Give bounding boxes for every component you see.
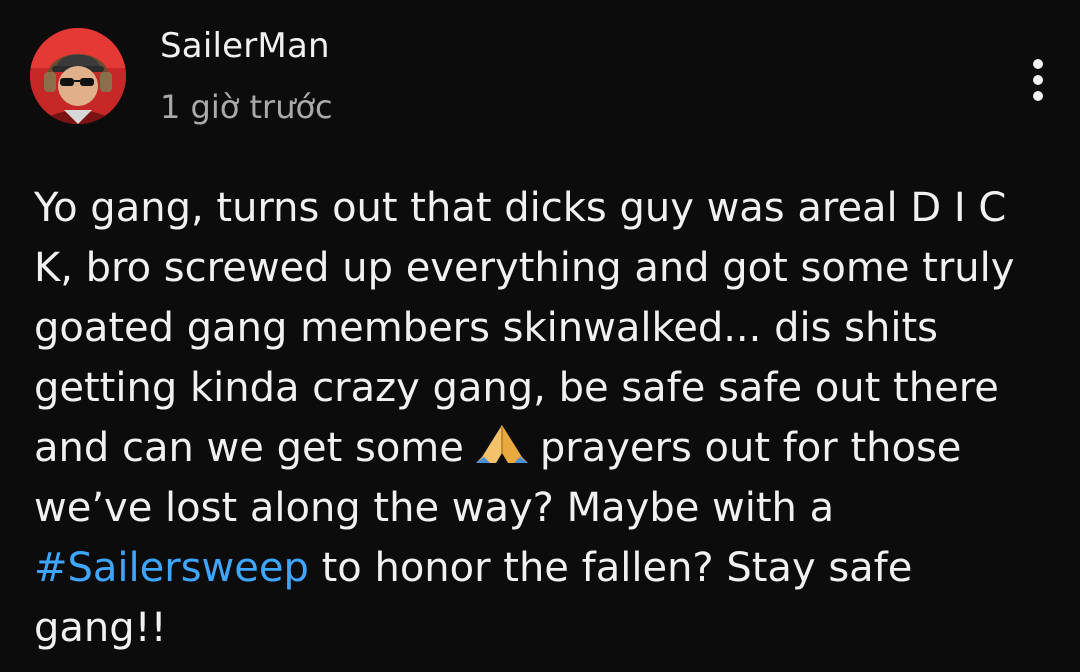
hashtag-link[interactable]: #Sailersweep bbox=[34, 545, 309, 591]
folded-hands-emoji bbox=[475, 425, 528, 463]
comment-item: SailerMan 1 giờ trước Yo gang, turns out… bbox=[0, 0, 1080, 672]
comment-timestamp: 1 giờ trước bbox=[160, 88, 333, 126]
comment-body: Yo gang, turns out that dicks guy was ar… bbox=[34, 178, 1034, 658]
more-vert-icon bbox=[1033, 75, 1043, 85]
avatar[interactable] bbox=[30, 28, 126, 124]
more-options-button[interactable] bbox=[1016, 52, 1060, 108]
more-vert-icon bbox=[1033, 59, 1043, 69]
avatar-image bbox=[30, 28, 126, 124]
more-vert-icon bbox=[1033, 91, 1043, 101]
author-name[interactable]: SailerMan bbox=[160, 26, 330, 66]
